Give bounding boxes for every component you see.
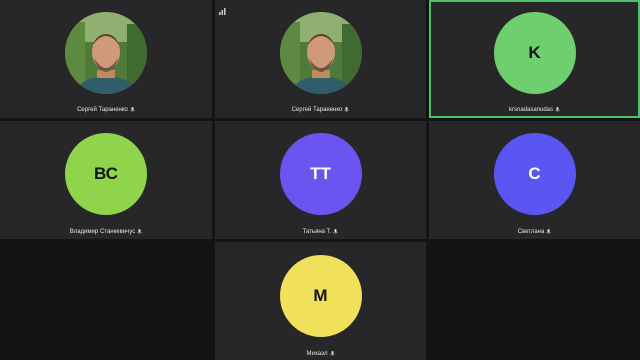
participant-avatar: М <box>279 255 362 337</box>
participant-tile[interactable]: С Светлана <box>429 121 640 239</box>
participant-tile[interactable]: Сергей Тараненко <box>215 0 426 118</box>
mic-muted-icon <box>546 229 552 235</box>
participant-name: Сергей Тараненко <box>215 107 426 113</box>
participant-tile-active[interactable]: K krsnadasanudas <box>429 0 640 118</box>
participant-tile[interactable]: ВС Владимир Станкевичус <box>0 121 212 239</box>
participant-avatar: K <box>493 12 576 94</box>
participant-tile[interactable]: ТТ Татьяна Т. <box>215 121 426 239</box>
participant-avatar: ВС <box>65 133 147 215</box>
mic-muted-icon <box>130 107 135 113</box>
mic-muted-icon <box>555 107 560 113</box>
participant-avatar: С <box>493 133 576 215</box>
participant-name: krsnadasanudas <box>431 107 638 113</box>
signal-strength-icon <box>218 2 226 15</box>
mic-muted-icon <box>344 107 350 113</box>
participant-photo <box>65 12 147 94</box>
participant-avatar: ТТ <box>279 133 362 215</box>
mic-muted-icon <box>137 229 142 235</box>
participant-name: Михаэл <box>215 351 426 357</box>
participant-tile[interactable]: Сергей Тараненко <box>0 0 212 118</box>
participant-name: Светлана <box>429 229 640 235</box>
participant-photo <box>279 12 362 94</box>
participant-tile[interactable]: М Михаэл <box>215 242 426 360</box>
video-grid: Сергей Тараненко Сергей Тараненко K krsn… <box>0 0 640 360</box>
mic-muted-icon <box>329 351 335 357</box>
participant-name: Татьяна Т. <box>215 229 426 235</box>
participant-name: Сергей Тараненко <box>0 107 212 113</box>
mic-muted-icon <box>333 229 339 235</box>
participant-name: Владимир Станкевичус <box>0 229 212 235</box>
